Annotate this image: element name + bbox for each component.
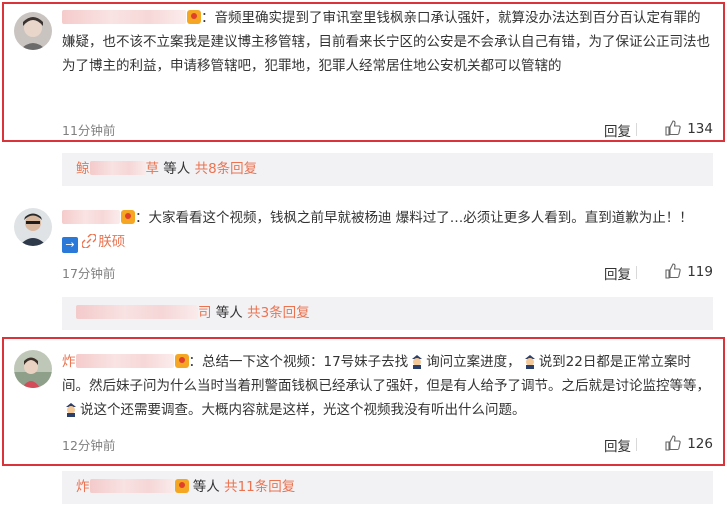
reply-username[interactable]: 炸 — [76, 479, 90, 495]
divider — [636, 438, 637, 451]
divider — [636, 266, 637, 279]
like-button[interactable]: 134 — [643, 120, 713, 137]
avatar[interactable] — [14, 12, 52, 50]
reply-button[interactable]: 回复 — [604, 263, 631, 283]
like-button[interactable]: 119 — [643, 263, 713, 280]
more-replies-link[interactable]: 共3条回复 — [247, 305, 310, 321]
like-count: 134 — [687, 121, 713, 137]
timestamp: 17分钟前 — [62, 266, 116, 281]
comment-meta: 17分钟前 回复 119 — [62, 263, 713, 283]
timestamp: 11分钟前 — [62, 123, 116, 138]
thumbs-up-icon — [665, 435, 681, 451]
more-replies-link[interactable]: 共11条回复 — [224, 479, 295, 495]
vip-badge-icon — [187, 10, 201, 24]
vip-badge-icon — [121, 210, 135, 224]
vip-badge-icon — [174, 354, 189, 368]
divider — [636, 123, 637, 136]
thumbs-up-icon — [665, 263, 681, 279]
reply-username[interactable]: 鲸 — [76, 161, 90, 177]
comment-meta: 12分钟前 回复 126 — [62, 435, 713, 455]
arrow-right-icon: → — [62, 237, 78, 253]
like-count: 119 — [687, 264, 713, 280]
comment-text: ：大家看看这个视频，钱枫之前早就被杨迪 爆料过了…必须让更多人看到。直到道歉为止… — [62, 206, 713, 254]
police-emoji-icon — [412, 355, 423, 369]
thumbs-up-icon — [665, 120, 681, 136]
comment-body: ：音频里确实提到了审讯室里钱枫亲口承认强奸，就算没办法达到百分百认定有罪的嫌疑，… — [62, 6, 713, 78]
sub-replies-bar[interactable]: 鲸草 等人 共8条回复 — [62, 153, 713, 186]
more-replies-link[interactable]: 共8条回复 — [195, 161, 258, 177]
reply-button[interactable]: 回复 — [604, 435, 631, 455]
video-link[interactable]: 朕硕 — [82, 234, 125, 250]
police-emoji-icon — [66, 403, 76, 417]
username-blurred[interactable] — [75, 354, 174, 368]
avatar[interactable] — [14, 208, 52, 246]
police-emoji-icon — [524, 355, 535, 369]
like-count: 126 — [687, 436, 713, 452]
comment-body: 炸：总结一下这个视频：17号妹子去找 询问立案进度， 说到22日都是正常立案时间。然… — [62, 350, 713, 422]
username-blurred — [89, 479, 174, 493]
link-icon — [82, 234, 97, 248]
timestamp: 12分钟前 — [62, 438, 116, 453]
username-blurred[interactable] — [76, 305, 198, 319]
username-blurred[interactable] — [62, 210, 120, 224]
others-label: 等人 — [163, 161, 191, 177]
vip-badge-icon — [174, 479, 189, 493]
others-label: 等人 — [192, 479, 220, 495]
sub-replies-bar[interactable]: 炸 等人 共11条回复 — [62, 471, 713, 504]
comment-text: ：音频里确实提到了审讯室里钱枫亲口承认强奸，就算没办法达到百分百认定有罪的嫌疑，… — [62, 10, 710, 74]
comment-meta: 11分钟前 回复 134 — [62, 120, 713, 140]
username-blurred — [89, 161, 146, 175]
comment-body: ：大家看看这个视频，钱枫之前早就被杨迪 爆料过了…必须让更多人看到。直到道歉为止… — [62, 206, 713, 254]
reply-button[interactable]: 回复 — [604, 120, 631, 140]
username-blurred[interactable] — [62, 10, 186, 24]
comment-text: 炸：总结一下这个视频：17号妹子去找 询问立案进度， 说到22日都是正常立案时间。然… — [62, 354, 710, 418]
sub-replies-bar[interactable]: 司 等人 共3条回复 — [62, 297, 713, 330]
avatar[interactable] — [14, 350, 52, 388]
others-label: 等人 — [215, 305, 243, 321]
like-button[interactable]: 126 — [643, 435, 713, 452]
